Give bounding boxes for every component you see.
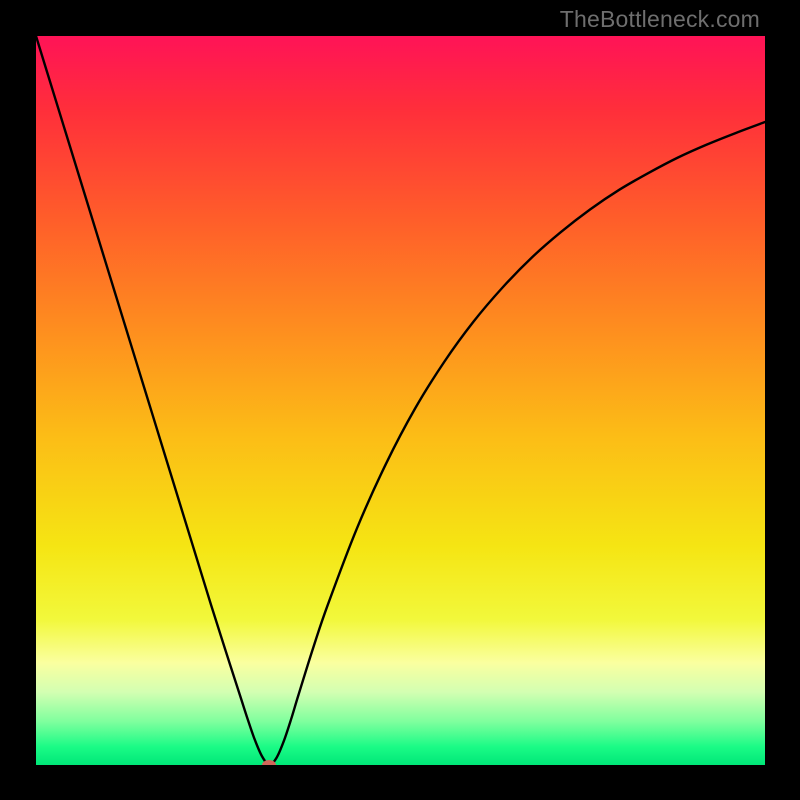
outer-frame: TheBottleneck.com (0, 0, 800, 800)
watermark-text: TheBottleneck.com (560, 6, 760, 33)
bottleneck-curve (36, 36, 765, 765)
plot-area (36, 36, 765, 765)
optimum-marker (262, 760, 276, 765)
curve-layer (36, 36, 765, 765)
